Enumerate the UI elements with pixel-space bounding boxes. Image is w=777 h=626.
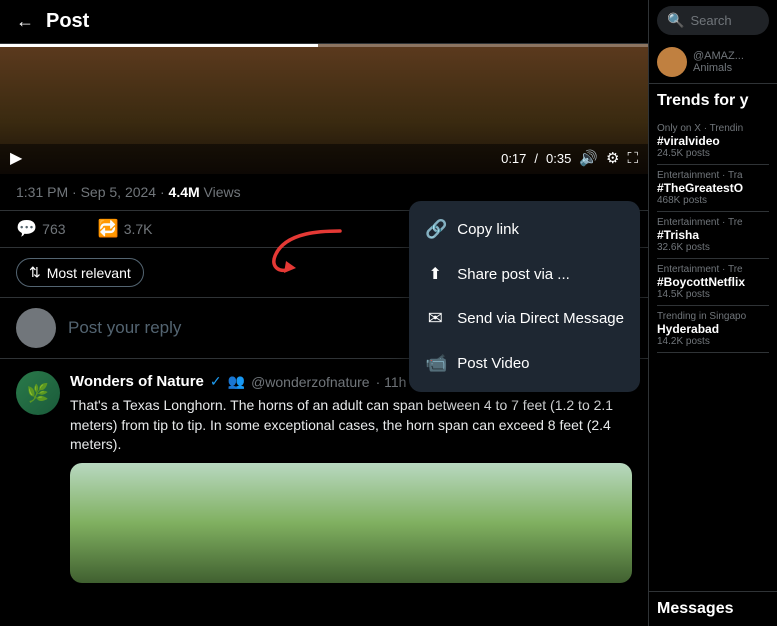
trend-item-3[interactable]: Entertainment · Tre #Trisha 32.6K posts	[657, 212, 769, 259]
reply-count: 763	[42, 221, 65, 237]
copy-link-icon: 🔗	[425, 219, 445, 240]
retweet-action[interactable]: 🔁 3.7K	[98, 219, 153, 239]
trend-count-1: 24.5K posts	[657, 148, 769, 159]
messages-section: Messages	[649, 591, 777, 626]
current-time: 0:17	[501, 151, 526, 166]
post-header: ← Post	[0, 0, 648, 44]
settings-icon[interactable]: ⚙	[606, 149, 619, 167]
actions-bar: 💬 763 🔁 3.7K 🔗 Copy link ⬆ Share post vi…	[0, 211, 648, 248]
reply-icon: 💬	[16, 219, 37, 239]
trend-item-1[interactable]: Only on X · Trendin #viralvideo 24.5K po…	[657, 118, 769, 165]
filter-button[interactable]: ⇅ Most relevant	[16, 258, 144, 287]
user-sub: Animals	[693, 62, 769, 74]
trend-item-4[interactable]: Entertainment · Tre #BoycottNetflix 14.5…	[657, 259, 769, 306]
user-info: @AMAZ... Animals	[693, 50, 769, 74]
comment-post: 🌿 Wonders of Nature ✓ 👥 @wonderzofnature…	[0, 359, 648, 595]
video-controls: ▶ 0:17 / 0:35 🔊 ⚙ ⛶	[0, 144, 648, 174]
trend-count-3: 32.6K posts	[657, 242, 769, 253]
page-title: Post	[46, 10, 89, 33]
search-icon: 🔍	[667, 12, 684, 29]
user-card[interactable]: @AMAZ... Animals	[649, 41, 777, 84]
current-user-avatar	[16, 308, 56, 348]
reply-action[interactable]: 💬 763	[16, 219, 66, 239]
post-time: 1:31 PM · Sep 5, 2024 ·	[16, 184, 169, 200]
trend-hashtag-1: #viralvideo	[657, 134, 769, 148]
partner-badge: 👥	[228, 373, 245, 390]
trends-title: Trends for y	[657, 92, 769, 110]
total-time: 0:35	[546, 151, 571, 166]
comment-image	[70, 463, 632, 583]
trend-count-4: 14.5K posts	[657, 289, 769, 300]
trend-category-3: Entertainment · Tre	[657, 217, 769, 228]
retweet-icon: 🔁	[98, 219, 119, 239]
trend-category-5: Trending in Singapo	[657, 311, 769, 322]
trend-item-5[interactable]: Trending in Singapo Hyderabad 14.2K post…	[657, 306, 769, 353]
back-button[interactable]: ←	[16, 11, 34, 32]
time-display: 0:17 / 0:35 🔊 ⚙ ⛶	[501, 149, 638, 167]
commenter-avatar: 🌿	[16, 371, 60, 415]
search-box[interactable]: 🔍 Search	[657, 6, 769, 35]
filter-label: Most relevant	[47, 265, 131, 281]
comment-body: Wonders of Nature ✓ 👥 @wonderzofnature ·…	[70, 371, 632, 583]
commenter-name: Wonders of Nature	[70, 373, 204, 390]
reply-placeholder[interactable]: Post your reply	[68, 318, 181, 338]
comment-time: · 11h	[376, 374, 407, 390]
user-handle: @AMAZ...	[693, 50, 769, 62]
video-progress-fill	[0, 44, 318, 47]
copy-link-item[interactable]: 🔗 Copy link	[409, 207, 640, 252]
trend-count-5: 14.2K posts	[657, 336, 769, 347]
comment-text: That's a Texas Longhorn. The horns of an…	[70, 396, 632, 455]
verified-badge: ✓	[210, 373, 222, 390]
trends-section: Trends for y Only on X · Trendin #viralv…	[649, 84, 777, 591]
trend-hashtag-3: #Trisha	[657, 228, 769, 242]
send-dm-item[interactable]: ✉ Send via Direct Message	[409, 296, 640, 341]
trend-hashtag-2: #TheGreatestO	[657, 181, 769, 195]
send-dm-label: Send via Direct Message	[457, 310, 624, 327]
context-menu: 🔗 Copy link ⬆ Share post via ... ✉ Send …	[409, 201, 640, 392]
post-video-icon: 📹	[425, 353, 445, 374]
trend-hashtag-4: #BoycottNetflix	[657, 275, 769, 289]
red-arrow-annotation	[270, 226, 350, 276]
commenter-handle: @wonderzofnature	[251, 374, 370, 390]
filter-icon: ⇅	[29, 264, 41, 281]
fullscreen-icon[interactable]: ⛶	[627, 150, 638, 167]
trend-item-2[interactable]: Entertainment · Tra #TheGreatestO 468K p…	[657, 165, 769, 212]
trend-count-2: 468K posts	[657, 195, 769, 206]
trend-category-1: Only on X · Trendin	[657, 123, 769, 134]
send-dm-icon: ✉	[425, 308, 445, 329]
comment-image-content	[70, 463, 632, 583]
volume-icon[interactable]: 🔊	[579, 149, 598, 167]
search-placeholder-text: Search	[690, 13, 731, 28]
trend-category-4: Entertainment · Tre	[657, 264, 769, 275]
share-post-icon: ⬆	[425, 264, 445, 284]
play-button[interactable]: ▶	[10, 148, 22, 168]
video-player: ▶ 0:17 / 0:35 🔊 ⚙ ⛶	[0, 44, 648, 174]
trend-category-2: Entertainment · Tra	[657, 170, 769, 181]
post-views-label: Views	[200, 184, 241, 200]
post-video-item[interactable]: 📹 Post Video	[409, 341, 640, 386]
share-post-label: Share post via ...	[457, 266, 570, 283]
video-progress-bar[interactable]	[0, 44, 648, 47]
time-separator: /	[534, 151, 538, 166]
left-panel: ← Post ▶ 0:17 / 0:35 🔊 ⚙ ⛶ 1:31 PM · Sep…	[0, 0, 648, 626]
copy-link-label: Copy link	[457, 221, 519, 238]
retweet-count: 3.7K	[124, 221, 153, 237]
post-views: 4.4M	[169, 184, 200, 200]
messages-title: Messages	[657, 600, 769, 618]
post-video-label: Post Video	[457, 355, 529, 372]
right-panel: 🔍 Search @AMAZ... Animals Trends for y O…	[648, 0, 777, 626]
user-avatar	[657, 47, 687, 77]
share-post-item[interactable]: ⬆ Share post via ...	[409, 252, 640, 296]
trend-hashtag-5: Hyderabad	[657, 322, 769, 336]
